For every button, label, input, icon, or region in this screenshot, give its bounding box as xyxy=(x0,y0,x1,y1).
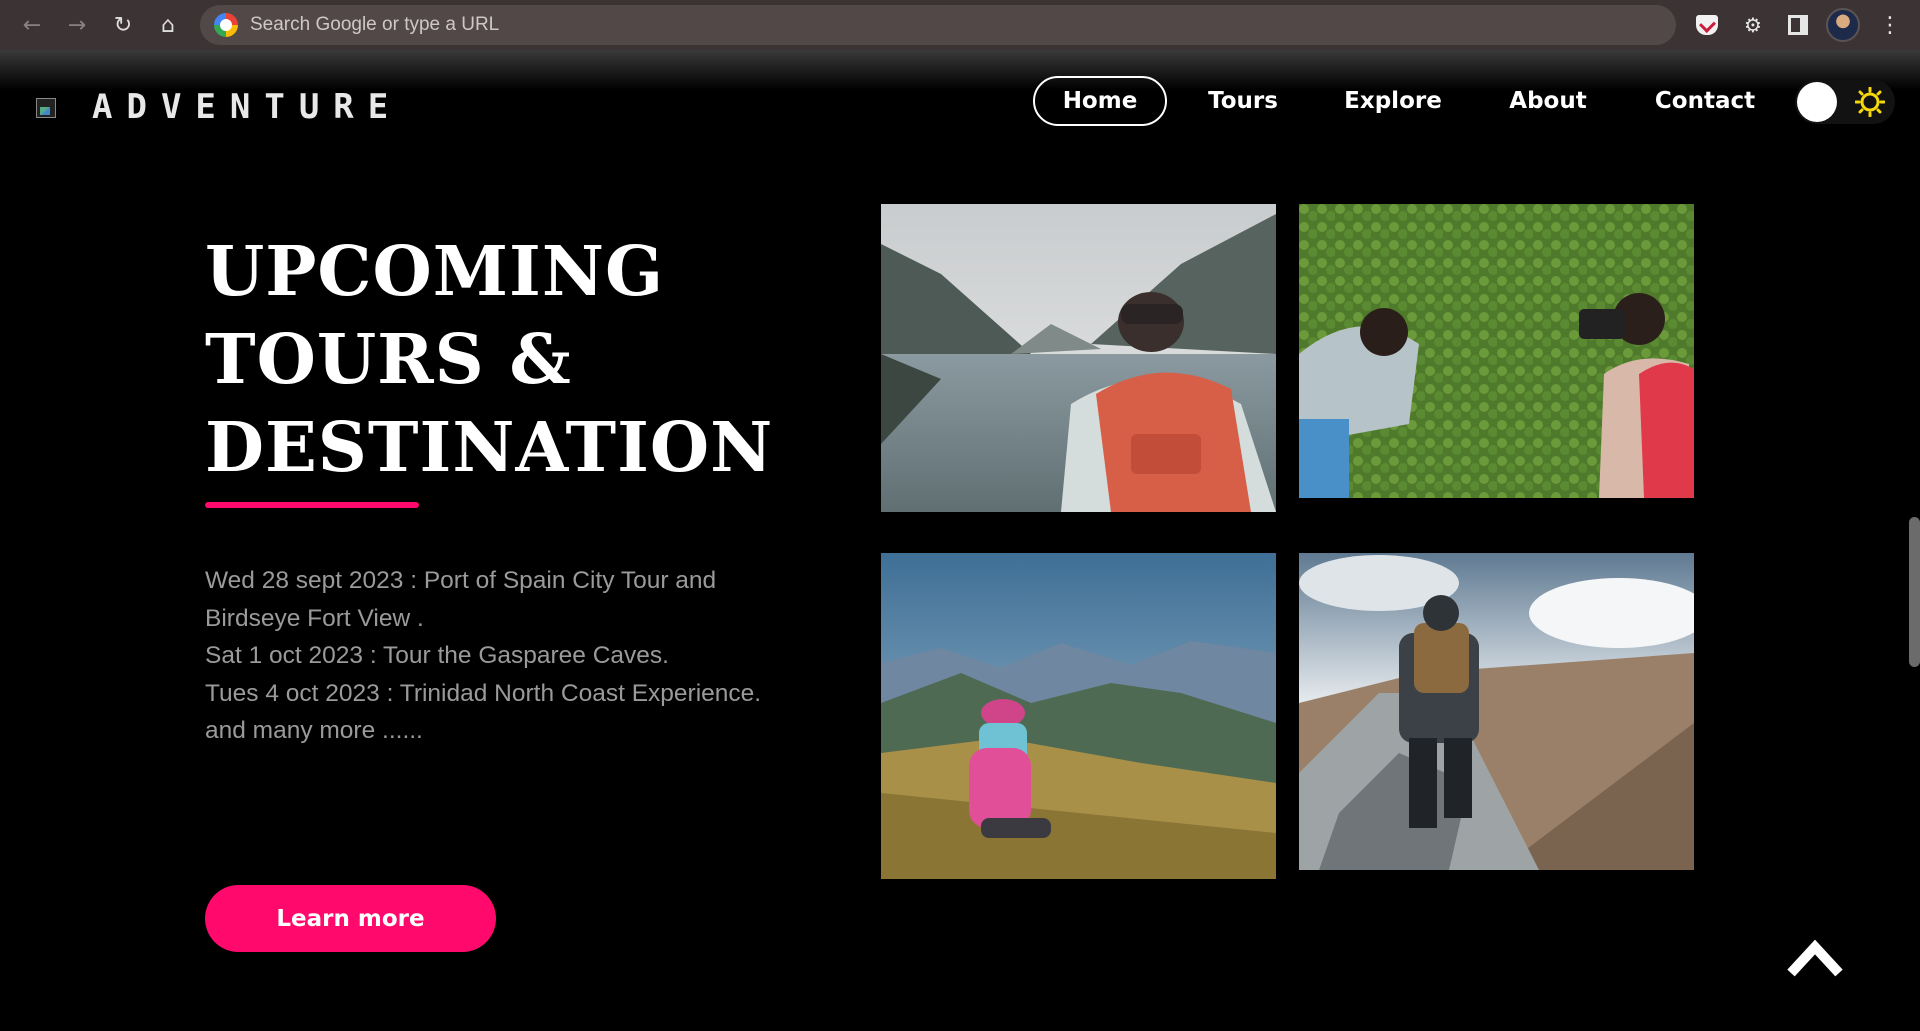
home-icon[interactable]: ⌂ xyxy=(148,5,188,45)
theme-toggle[interactable] xyxy=(1795,80,1895,124)
brand-logo-text[interactable]: ADVENTURE xyxy=(92,87,402,127)
title-line: UPCOMING xyxy=(205,232,665,312)
title-underline xyxy=(205,502,419,508)
page: ADVENTURE Home Tours Explore About Conta… xyxy=(0,50,1920,1031)
nav-home[interactable]: Home xyxy=(1033,76,1167,126)
side-panel-icon[interactable] xyxy=(1778,5,1818,45)
scroll-to-top-icon[interactable] xyxy=(1785,935,1845,980)
photo-photographers xyxy=(1299,204,1694,498)
tour-item: Wed 28 sept 2023 : Port of Spain City To… xyxy=(205,567,717,632)
back-arrow-icon[interactable]: ← xyxy=(12,5,52,45)
nav-tours[interactable]: Tours xyxy=(1193,76,1293,126)
photo-hiker-rocks xyxy=(1299,553,1694,870)
photo-hiker-lake xyxy=(881,204,1276,512)
nav-contact[interactable]: Contact xyxy=(1650,76,1760,126)
tour-item: and many more ...... xyxy=(205,717,423,744)
google-icon xyxy=(214,13,238,37)
learn-more-button[interactable]: Learn more xyxy=(205,885,496,952)
reload-icon[interactable]: ↻ xyxy=(103,5,143,45)
pocket-icon[interactable] xyxy=(1687,5,1727,45)
kebab-menu-icon[interactable]: ⋮ xyxy=(1870,5,1910,45)
broken-logo-image xyxy=(36,98,56,118)
address-bar-placeholder: Search Google or type a URL xyxy=(250,14,500,35)
tour-item: Sat 1 oct 2023 : Tour the Gasparee Caves… xyxy=(205,642,669,669)
title-line: DESTINATION xyxy=(205,408,774,488)
tour-list: Wed 28 sept 2023 : Port of Spain City To… xyxy=(205,562,765,750)
browser-toolbar: ← → ↻ ⌂ Search Google or type a URL ⚙ ⋮ xyxy=(0,0,1920,50)
photo-girl-mountains xyxy=(881,553,1276,879)
puzzle-icon[interactable]: ⚙ xyxy=(1733,5,1773,45)
header-gradient xyxy=(0,50,1920,90)
scrollbar-thumb[interactable] xyxy=(1909,517,1920,667)
nav-about[interactable]: About xyxy=(1503,76,1593,126)
sun-icon xyxy=(1855,87,1885,117)
title-line: TOURS & xyxy=(205,320,572,400)
section-title: UPCOMING TOURS & DESTINATION xyxy=(205,228,774,492)
nav-explore[interactable]: Explore xyxy=(1338,76,1448,126)
address-bar[interactable]: Search Google or type a URL xyxy=(200,5,1676,45)
profile-avatar[interactable] xyxy=(1826,8,1860,42)
tour-item: Tues 4 oct 2023 : Trinidad North Coast E… xyxy=(205,679,762,707)
toggle-knob xyxy=(1797,82,1837,122)
forward-arrow-icon[interactable]: → xyxy=(57,5,97,45)
